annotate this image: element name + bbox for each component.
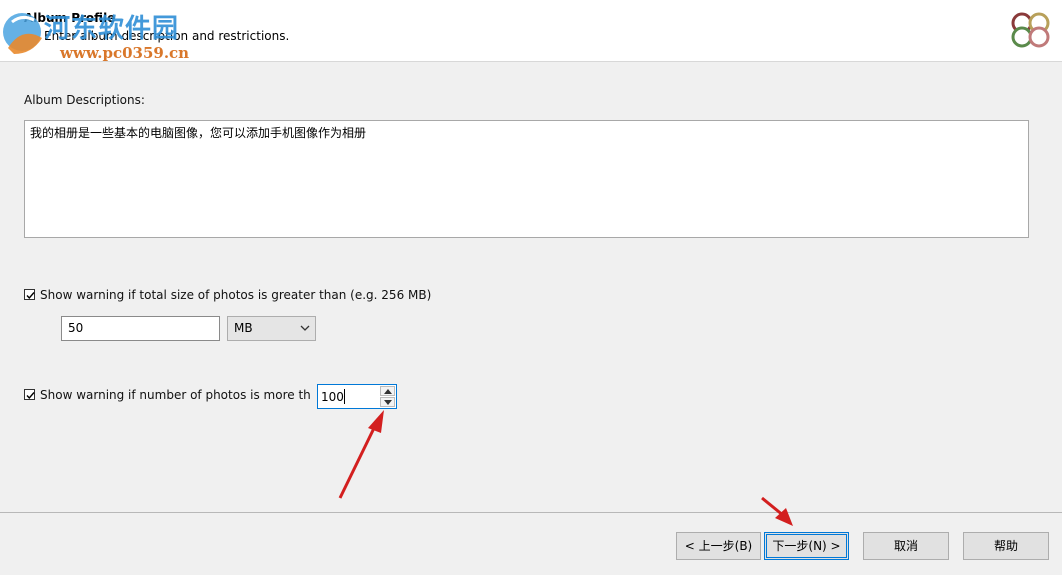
- size-unit-value: MB: [234, 321, 253, 335]
- site-watermark: 河东软件园 www.pc0359.cn: [0, 4, 210, 62]
- spin-up-button[interactable]: [380, 386, 395, 396]
- photo-count-spinner[interactable]: 100: [317, 384, 397, 409]
- watermark-logo-icon: [3, 13, 42, 54]
- photo-count-value: 100: [321, 390, 344, 404]
- album-description-label: Album Descriptions:: [24, 93, 145, 107]
- album-description-textarea[interactable]: 我的相册是一些基本的电脑图像，您可以添加手机图像作为相册: [24, 120, 1029, 238]
- next-button[interactable]: 下一步(N) >: [764, 532, 849, 560]
- size-unit-select[interactable]: MB: [227, 316, 316, 341]
- chevron-down-icon: [300, 325, 310, 331]
- next-button-label: 下一步(N) >: [772, 539, 841, 553]
- checkmark-icon: [26, 292, 35, 300]
- size-warning-label: Show warning if total size of photos is …: [40, 288, 432, 302]
- help-button[interactable]: 帮助: [963, 532, 1049, 560]
- back-button[interactable]: < 上一步(B): [676, 532, 761, 560]
- spin-down-button[interactable]: [380, 397, 395, 407]
- help-button-label: 帮助: [993, 539, 1018, 553]
- count-warning-label: Show warning if number of photos is more…: [40, 388, 310, 402]
- watermark-name: 河东软件园: [44, 14, 180, 44]
- arrow-up-icon: [384, 389, 392, 394]
- footer-divider: [0, 512, 1062, 513]
- cancel-button[interactable]: 取消: [863, 532, 949, 560]
- size-warning-checkbox[interactable]: [24, 289, 35, 300]
- count-warning-checkbox[interactable]: [24, 389, 35, 400]
- text-caret: [344, 389, 345, 404]
- album-rings-icon: [1011, 12, 1050, 48]
- arrow-down-icon: [384, 400, 392, 405]
- cancel-button-label: 取消: [893, 539, 918, 553]
- wizard-header: Album Profile Enter album description an…: [0, 0, 1062, 62]
- annotation-arrow-icon: [338, 410, 384, 499]
- checkmark-icon: [26, 392, 35, 400]
- watermark-url: www.pc0359.cn: [60, 44, 190, 62]
- size-limit-input[interactable]: 50: [61, 316, 220, 341]
- back-button-label: < 上一步(B): [684, 539, 753, 553]
